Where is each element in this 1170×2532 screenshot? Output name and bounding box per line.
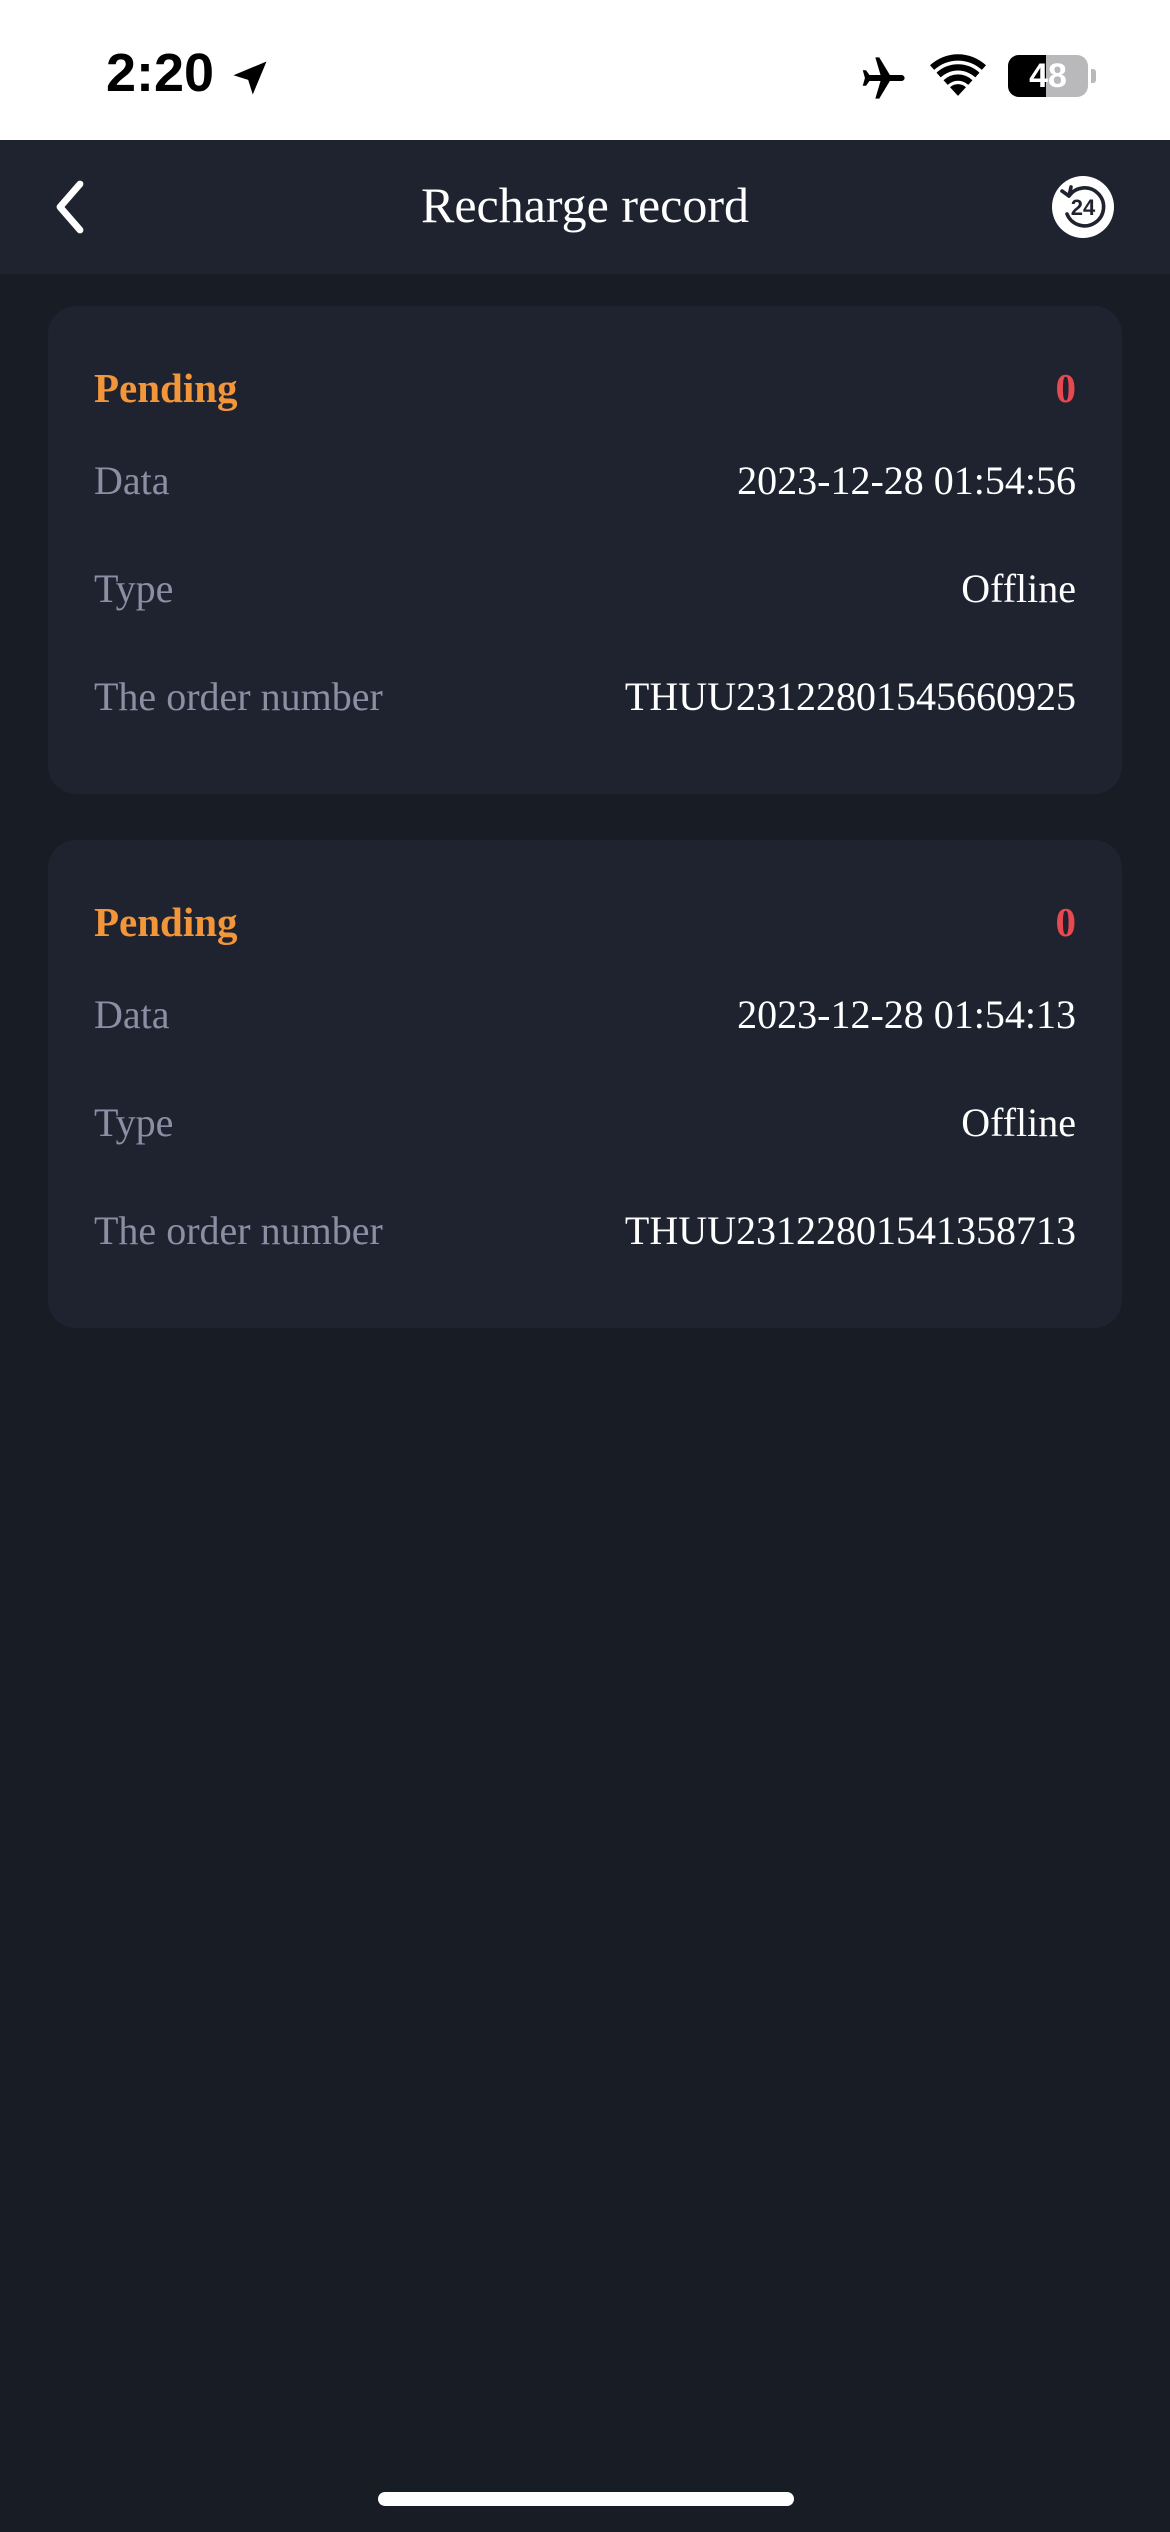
record-type-row: Type Offline <box>94 1092 1076 1152</box>
support-24h-icon[interactable]: 24 <box>1050 174 1116 240</box>
status-time: 2:20 <box>106 43 215 103</box>
date-label: Data <box>94 991 170 1037</box>
order-number-value: THUU23122801545660925 <box>624 673 1076 719</box>
status-bar: 2:20 48 <box>0 0 1170 140</box>
page-title: Recharge record <box>420 177 750 233</box>
svg-text:24: 24 <box>1071 195 1096 220</box>
airplane-mode-icon <box>862 57 905 99</box>
record-status-row: Pending 0 <box>94 358 1076 418</box>
type-value: Offline <box>961 565 1076 611</box>
order-number-label: The order number <box>94 1207 383 1253</box>
date-value: 2023-12-28 01:54:13 <box>737 991 1076 1037</box>
record-status-row: Pending 0 <box>94 892 1076 952</box>
record-type-row: Type Offline <box>94 558 1076 618</box>
home-indicator[interactable] <box>378 2492 794 2506</box>
record-status: Pending <box>94 899 238 945</box>
location-arrow-icon <box>233 61 267 95</box>
recharge-record-card: Pending 0 Data 2023-12-28 01:54:13 Type … <box>48 840 1122 1328</box>
order-number-value: THUU23122801541358713 <box>624 1207 1076 1253</box>
record-date-row: Data 2023-12-28 01:54:13 <box>94 984 1076 1044</box>
wifi-icon <box>930 54 986 96</box>
header-bar: Recharge record 24 <box>0 140 1170 274</box>
record-amount: 0 <box>1055 365 1077 411</box>
record-date-row: Data 2023-12-28 01:54:56 <box>94 450 1076 510</box>
type-value: Offline <box>961 1099 1076 1145</box>
record-status: Pending <box>94 365 238 411</box>
order-number-label: The order number <box>94 673 383 719</box>
battery-level: 48 <box>1029 56 1067 95</box>
record-order-row: The order number THUU23122801545660925 <box>94 666 1076 726</box>
date-label: Data <box>94 457 170 503</box>
battery-icon: 48 <box>1008 55 1096 97</box>
date-value: 2023-12-28 01:54:56 <box>737 457 1076 503</box>
recharge-record-card: Pending 0 Data 2023-12-28 01:54:56 Type … <box>48 306 1122 794</box>
type-label: Type <box>94 565 174 611</box>
record-order-row: The order number THUU23122801541358713 <box>94 1200 1076 1260</box>
type-label: Type <box>94 1099 174 1145</box>
record-amount: 0 <box>1055 899 1077 945</box>
